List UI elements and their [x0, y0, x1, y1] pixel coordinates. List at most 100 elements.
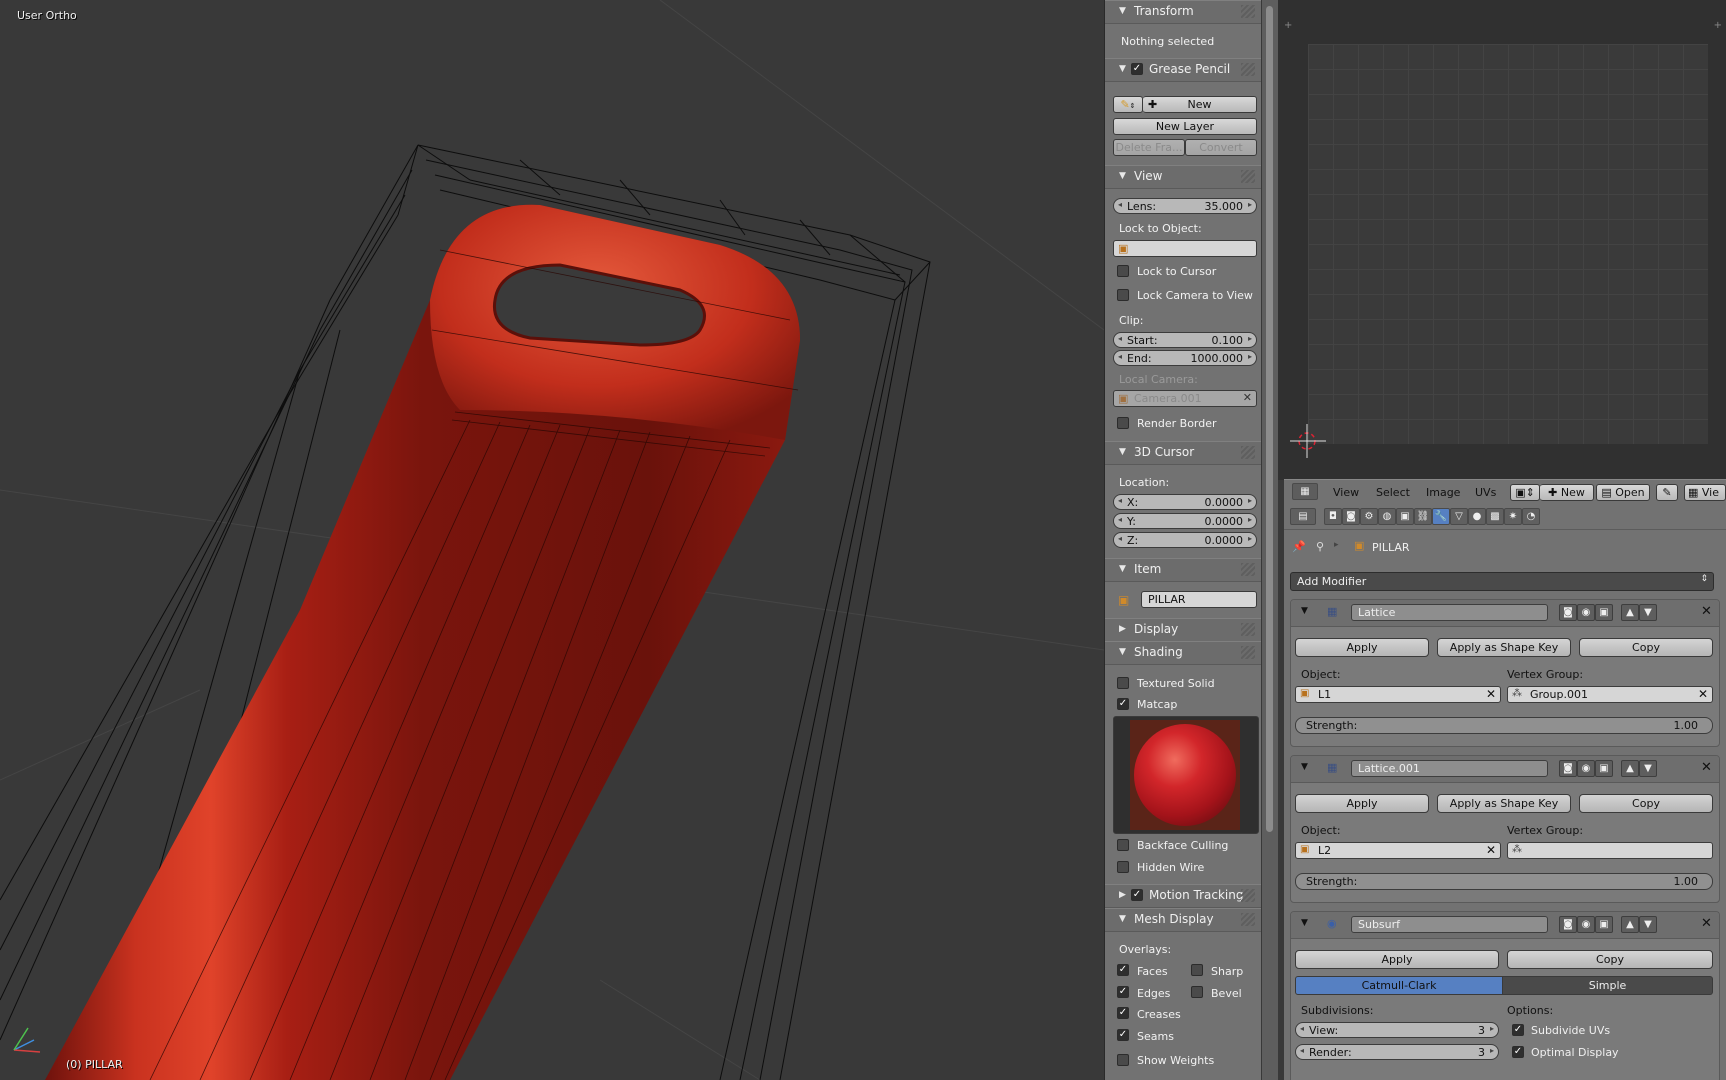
- image-open-button[interactable]: ▤ Open: [1596, 484, 1650, 501]
- arrow-left-icon[interactable]: ◂: [1300, 1024, 1304, 1033]
- cursor-panel-header[interactable]: ▼ 3D Cursor: [1105, 441, 1261, 465]
- region-plus-icon[interactable]: +: [1714, 20, 1722, 31]
- constraints-tab-icon[interactable]: ⛓: [1414, 508, 1432, 525]
- move-up-icon[interactable]: ▲: [1621, 604, 1639, 621]
- move-down-icon[interactable]: ▼: [1639, 916, 1657, 933]
- faces-checkbox[interactable]: ✓: [1117, 964, 1129, 976]
- drag-grip-icon[interactable]: [1241, 623, 1255, 636]
- copy-button[interactable]: Copy: [1507, 950, 1713, 969]
- arrow-right-icon[interactable]: ▸: [1248, 334, 1252, 343]
- lock-camera-checkbox[interactable]: [1117, 289, 1129, 301]
- apply-button[interactable]: Apply: [1295, 794, 1429, 813]
- arrow-right-icon[interactable]: ▸: [1248, 534, 1252, 543]
- editmode-toggle-icon[interactable]: ▣: [1595, 760, 1613, 777]
- view-mode-dropdown[interactable]: ▦ Vie: [1684, 484, 1726, 501]
- arrow-left-icon[interactable]: ◂: [1118, 334, 1122, 343]
- menu-view[interactable]: View: [1333, 486, 1359, 499]
- textured-solid-checkbox[interactable]: [1117, 677, 1129, 689]
- arrow-left-icon[interactable]: ◂: [1300, 1046, 1304, 1055]
- modifier-header[interactable]: ▼ ◉ Subsurf ◙ ◉ ▣ ▲ ▼ ✕: [1291, 912, 1719, 939]
- object-field[interactable]: ▣ L1 ✕: [1295, 686, 1501, 703]
- edges-checkbox[interactable]: ✓: [1117, 986, 1129, 998]
- clear-x-icon[interactable]: ✕: [1486, 843, 1496, 857]
- object-field[interactable]: ▣ L2 ✕: [1295, 842, 1501, 859]
- clear-x-icon[interactable]: ✕: [1698, 687, 1708, 701]
- drag-grip-icon[interactable]: [1241, 446, 1255, 459]
- collapse-triangle-icon[interactable]: ▼: [1301, 762, 1308, 772]
- remove-modifier-icon[interactable]: ✕: [1701, 760, 1712, 775]
- lock-object-field[interactable]: ▣: [1113, 240, 1257, 257]
- grease-pencil-panel-header[interactable]: ▼ ✓ Grease Pencil: [1105, 58, 1261, 82]
- view-panel-header[interactable]: ▼ View: [1105, 165, 1261, 189]
- subdivide-uvs-checkbox[interactable]: ✓: [1512, 1024, 1524, 1036]
- optimal-display-checkbox[interactable]: ✓: [1512, 1046, 1524, 1058]
- particles-tab-icon[interactable]: ✷: [1504, 508, 1522, 525]
- viewport-toggle-icon[interactable]: ◉: [1577, 916, 1595, 933]
- cursor-z-field[interactable]: ◂ Z: 0.0000 ▸: [1113, 532, 1257, 548]
- vertex-group-field[interactable]: ⁂ Group.001 ✕: [1507, 686, 1713, 703]
- image-browse-button[interactable]: ▣⇕: [1510, 484, 1540, 501]
- pin-icon[interactable]: ✎: [1656, 484, 1678, 501]
- item-name-field[interactable]: PILLAR: [1141, 591, 1257, 608]
- uv-canvas-grid[interactable]: [1308, 44, 1708, 444]
- render-toggle-icon[interactable]: ◙: [1559, 760, 1577, 777]
- arrow-left-icon[interactable]: ◂: [1118, 352, 1122, 361]
- arrow-right-icon[interactable]: ▸: [1248, 200, 1252, 209]
- convert-button[interactable]: Convert: [1185, 139, 1257, 156]
- arrow-right-icon[interactable]: ▸: [1490, 1046, 1494, 1055]
- modifier-name-field[interactable]: Subsurf: [1351, 916, 1548, 933]
- material-tab-icon[interactable]: ●: [1468, 508, 1486, 525]
- pencil-datablock-browse[interactable]: ✎⇕: [1113, 96, 1143, 113]
- arrow-right-icon[interactable]: ▸: [1248, 496, 1252, 505]
- seams-checkbox[interactable]: ✓: [1117, 1029, 1129, 1041]
- drag-grip-icon[interactable]: [1241, 5, 1255, 18]
- lens-field[interactable]: ◂ Lens: 35.000 ▸: [1113, 198, 1257, 214]
- grease-pencil-new-button[interactable]: ✚ New: [1143, 96, 1257, 113]
- modifier-name-field[interactable]: Lattice: [1351, 604, 1548, 621]
- menu-uvs[interactable]: UVs: [1475, 486, 1496, 499]
- copy-button[interactable]: Copy: [1579, 638, 1713, 657]
- modifier-name-field[interactable]: Lattice.001: [1351, 760, 1548, 777]
- motion-tracking-panel-header[interactable]: ▶ ✓ Motion Tracking: [1105, 884, 1261, 908]
- shelf-scrollbar[interactable]: [1262, 0, 1278, 1080]
- show-weights-checkbox[interactable]: [1117, 1054, 1129, 1066]
- object-tab-icon[interactable]: ▣: [1396, 508, 1414, 525]
- drag-grip-icon[interactable]: [1241, 646, 1255, 659]
- viewport-toggle-icon[interactable]: ◉: [1577, 604, 1595, 621]
- lock-to-cursor-checkbox[interactable]: [1117, 265, 1129, 277]
- remove-modifier-icon[interactable]: ✕: [1701, 604, 1712, 619]
- editor-type-icon[interactable]: ▤: [1290, 508, 1316, 525]
- image-new-button[interactable]: ✚ New: [1540, 484, 1594, 501]
- copy-button[interactable]: Copy: [1579, 794, 1713, 813]
- editmode-toggle-icon[interactable]: ▣: [1595, 916, 1613, 933]
- render-levels-field[interactable]: ◂ Render: 3 ▸: [1295, 1044, 1499, 1060]
- region-plus-icon[interactable]: +: [1284, 20, 1292, 31]
- move-down-icon[interactable]: ▼: [1639, 604, 1657, 621]
- creases-checkbox[interactable]: ✓: [1117, 1007, 1129, 1019]
- data-tab-icon[interactable]: ▽: [1450, 508, 1468, 525]
- shading-panel-header[interactable]: ▼ Shading: [1105, 641, 1261, 665]
- scene-tab-icon[interactable]: ⚙: [1360, 508, 1378, 525]
- editmode-toggle-icon[interactable]: ▣: [1595, 604, 1613, 621]
- drag-grip-icon[interactable]: [1241, 563, 1255, 576]
- viewport-toggle-icon[interactable]: ◉: [1577, 760, 1595, 777]
- backface-culling-checkbox[interactable]: [1117, 839, 1129, 851]
- new-layer-button[interactable]: New Layer: [1113, 118, 1257, 135]
- clip-start-field[interactable]: ◂ Start: 0.100 ▸: [1113, 332, 1257, 348]
- move-up-icon[interactable]: ▲: [1621, 760, 1639, 777]
- grease-pencil-checkbox[interactable]: ✓: [1131, 63, 1143, 75]
- apply-shape-key-button[interactable]: Apply as Shape Key: [1437, 794, 1571, 813]
- item-panel-header[interactable]: ▼ Item: [1105, 558, 1261, 582]
- menu-select[interactable]: Select: [1376, 486, 1410, 499]
- mesh-display-panel-header[interactable]: ▼ Mesh Display: [1105, 908, 1261, 932]
- arrow-left-icon[interactable]: ◂: [1118, 534, 1122, 543]
- arrow-left-icon[interactable]: ◂: [1118, 515, 1122, 524]
- local-camera-field[interactable]: ▣ Camera.001 ✕: [1113, 390, 1257, 407]
- drag-grip-icon[interactable]: [1241, 63, 1255, 76]
- 2d-cursor-icon[interactable]: [1290, 420, 1330, 460]
- strength-slider[interactable]: Strength: 1.00: [1295, 873, 1713, 890]
- apply-button[interactable]: Apply: [1295, 638, 1429, 657]
- cursor-x-field[interactable]: ◂ X: 0.0000 ▸: [1113, 494, 1257, 510]
- editor-type-icon[interactable]: ▦: [1292, 483, 1318, 500]
- clear-x-icon[interactable]: ✕: [1243, 391, 1252, 404]
